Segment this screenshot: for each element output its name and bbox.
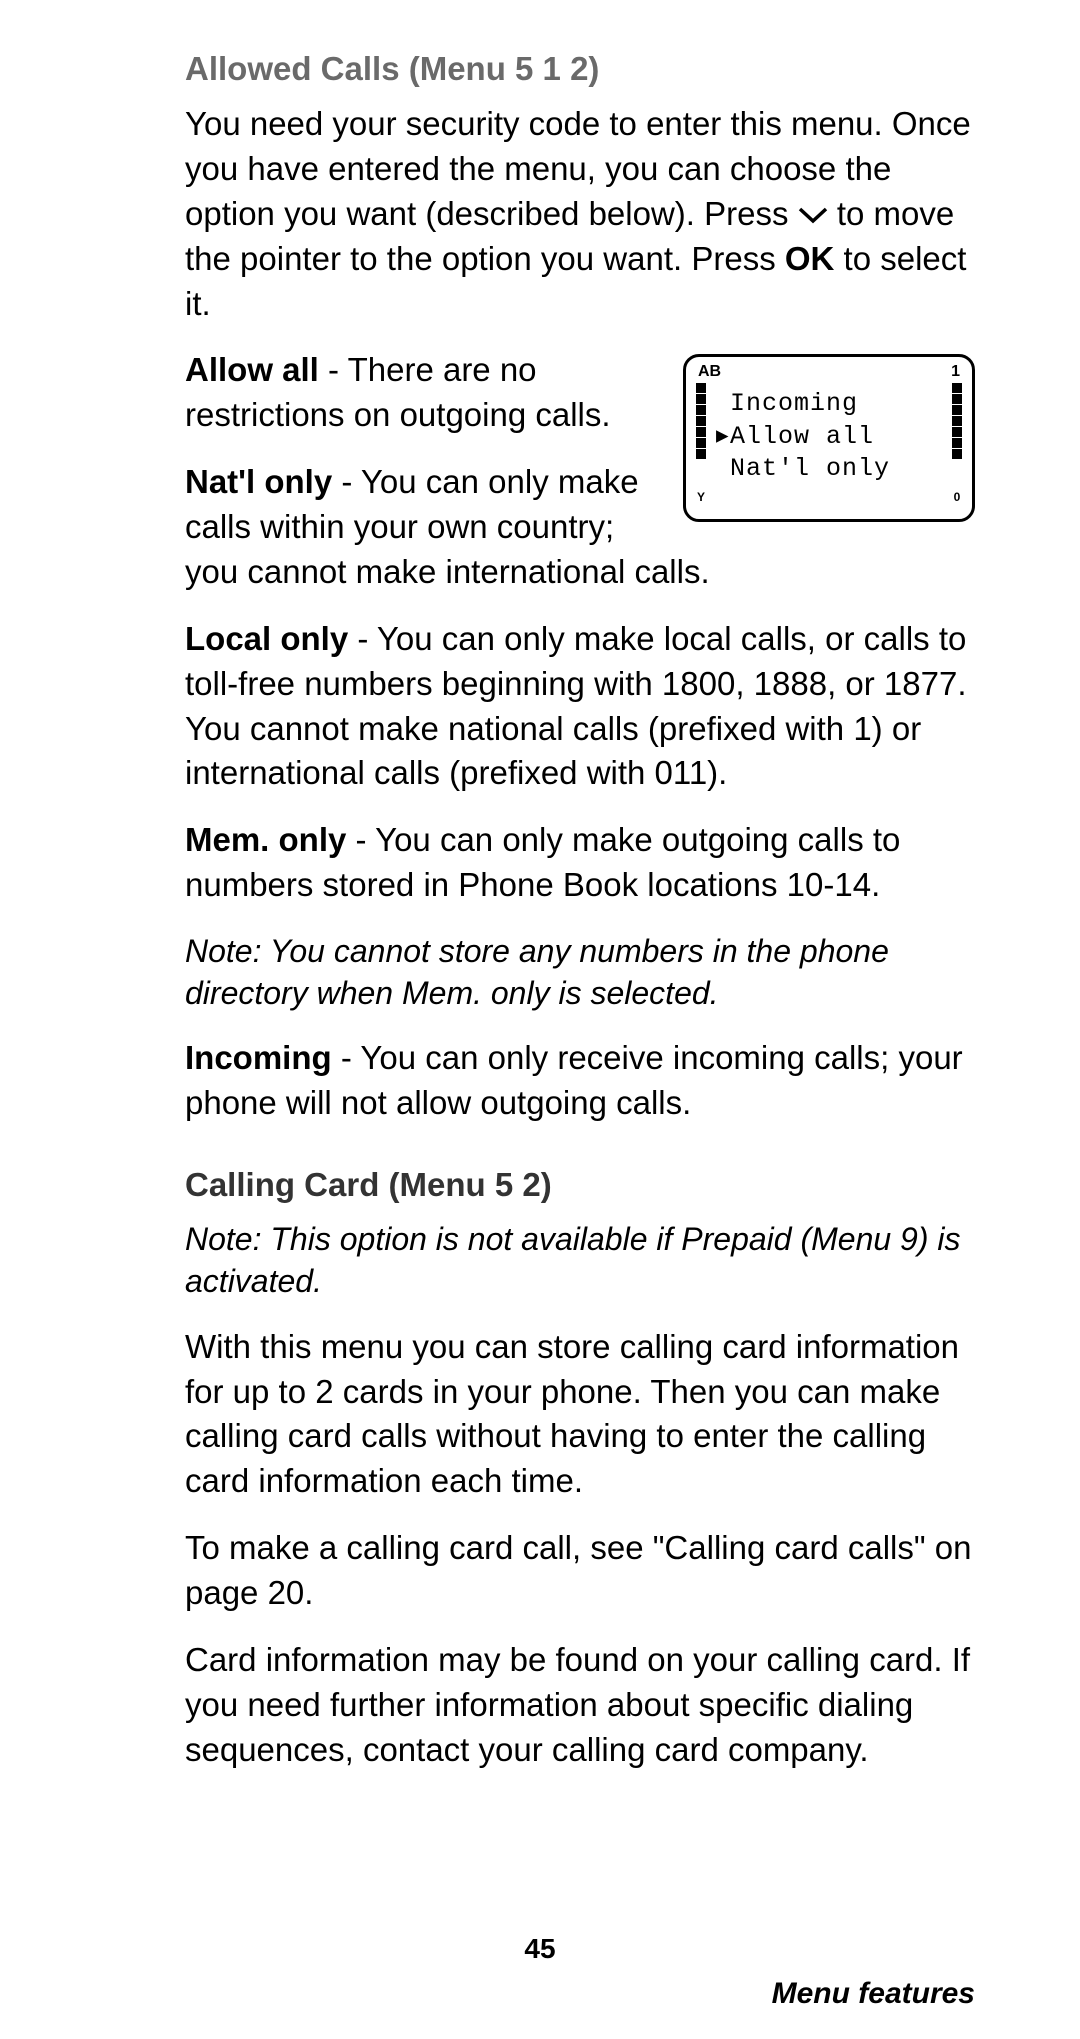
calling-card-p1: With this menu you can store calling car…: [185, 1325, 975, 1505]
page-number: 45: [0, 1933, 1080, 1965]
lcd-signal-meter: Y: [694, 383, 708, 503]
lcd-battery-meter: 0: [950, 383, 964, 503]
lcd-battery-letter: 0: [954, 491, 961, 503]
local-only-paragraph: Local only - You can only make local cal…: [185, 617, 975, 797]
section-heading-allowed-calls: Allowed Calls (Menu 5 1 2): [185, 50, 975, 88]
local-only-label: Local only: [185, 620, 348, 657]
note-mem-only: Note: You cannot store any numbers in th…: [185, 930, 975, 1014]
ok-key-label: OK: [785, 240, 835, 277]
intro-paragraph: You need your security code to enter thi…: [185, 102, 975, 326]
note-prepaid: Note: This option is not available if Pr…: [185, 1218, 975, 1302]
calling-card-p3: Card information may be found on your ca…: [185, 1638, 975, 1773]
section-heading-calling-card: Calling Card (Menu 5 2): [185, 1166, 975, 1204]
allow-all-label: Allow all: [185, 351, 319, 388]
lcd-frame: AB 1 Y Incoming ▸Allow all Nat'l only 0: [683, 354, 975, 522]
lcd-menu-lines: Incoming ▸Allow all Nat'l only: [708, 383, 950, 503]
natl-only-label: Nat'l only: [185, 463, 332, 500]
lcd-ab-indicator: AB: [698, 363, 721, 381]
calling-card-p2: To make a calling card call, see "Callin…: [185, 1526, 975, 1616]
mem-only-label: Mem. only: [185, 821, 346, 858]
incoming-paragraph: Incoming - You can only receive incoming…: [185, 1036, 975, 1126]
lcd-line-3: Nat'l only: [730, 454, 890, 483]
incoming-label: Incoming: [185, 1039, 332, 1076]
lcd-topbar: AB 1: [694, 363, 964, 383]
down-arrow-icon: [798, 207, 828, 225]
lcd-topbar-right: 1: [951, 363, 960, 381]
lcd-line-2: Allow all: [730, 422, 874, 451]
lcd-line-1: Incoming: [730, 389, 858, 418]
lcd-signal-letter: Y: [697, 491, 705, 503]
mem-only-paragraph: Mem. only - You can only make outgoing c…: [185, 818, 975, 908]
footer-section-label: Menu features: [772, 1977, 975, 2011]
lcd-screenshot: AB 1 Y Incoming ▸Allow all Nat'l only 0: [683, 354, 975, 522]
